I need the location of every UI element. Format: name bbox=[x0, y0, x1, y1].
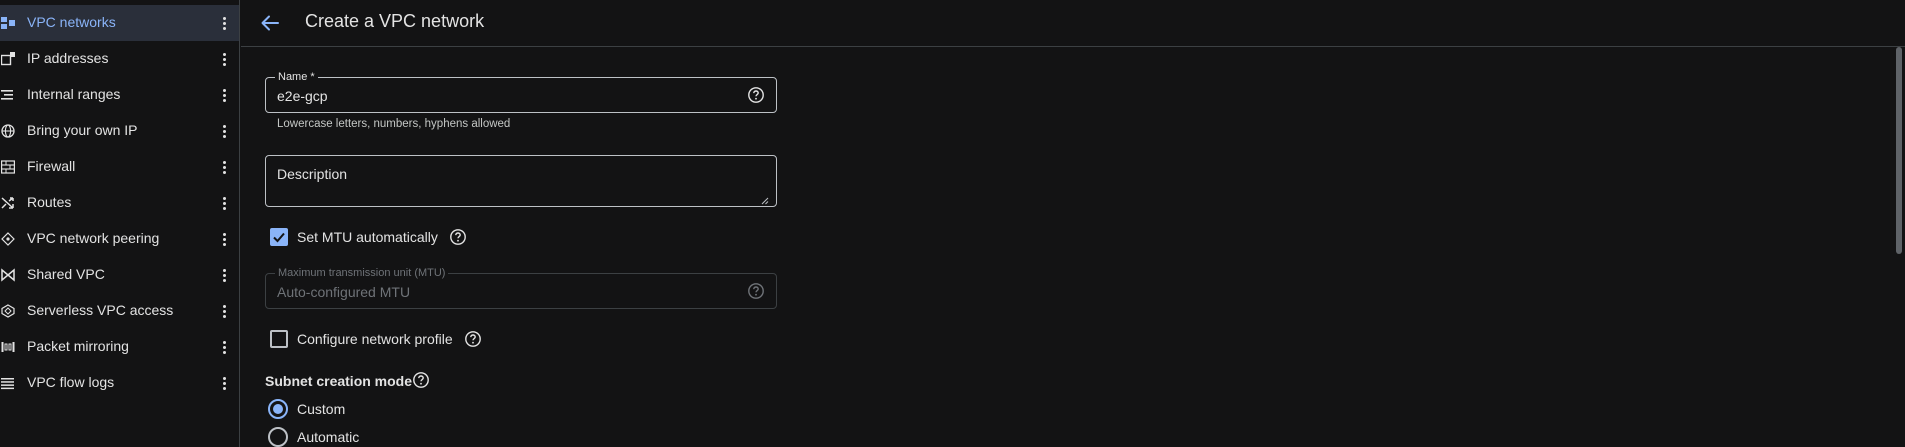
vpc-network-icon bbox=[0, 14, 16, 32]
more-options-icon[interactable] bbox=[214, 121, 234, 141]
serverless-icon bbox=[0, 302, 16, 320]
network-profile-checkbox[interactable] bbox=[270, 330, 288, 348]
more-options-icon[interactable] bbox=[214, 229, 234, 249]
page-header: Create a VPC network bbox=[241, 0, 1905, 47]
subnet-mode-title: Subnet creation mode bbox=[265, 373, 413, 389]
help-icon[interactable] bbox=[412, 371, 430, 389]
sidebar: VPC networks IP addresses Internal range… bbox=[0, 0, 240, 447]
sidebar-item-label: Firewall bbox=[27, 158, 76, 174]
sidebar-item-label: Routes bbox=[27, 194, 72, 210]
more-options-icon[interactable] bbox=[214, 49, 234, 69]
sidebar-item-vpc-networks[interactable]: VPC networks bbox=[0, 5, 239, 41]
mtu-field: Maximum transmission unit (MTU) Auto-con… bbox=[265, 267, 777, 309]
sidebar-item-label: Internal ranges bbox=[27, 86, 121, 102]
sidebar-item-vpc-flow-logs[interactable]: VPC flow logs bbox=[0, 365, 239, 401]
more-options-icon[interactable] bbox=[214, 157, 234, 177]
shared-vpc-icon bbox=[0, 266, 16, 284]
sidebar-item-label: VPC flow logs bbox=[27, 374, 115, 390]
scrollbar-thumb[interactable] bbox=[1896, 47, 1902, 254]
help-icon[interactable] bbox=[747, 86, 765, 104]
radio-automatic[interactable] bbox=[268, 427, 288, 447]
mtu-value: Auto-configured MTU bbox=[277, 284, 411, 300]
sidebar-item-routes[interactable]: Routes bbox=[0, 185, 239, 221]
app-root: VPC networks IP addresses Internal range… bbox=[0, 0, 1905, 447]
mtu-field-label: Maximum transmission unit (MTU) bbox=[275, 267, 449, 279]
more-options-icon[interactable] bbox=[214, 265, 234, 285]
more-options-icon[interactable] bbox=[214, 193, 234, 213]
back-arrow-icon[interactable] bbox=[256, 9, 284, 37]
radio-custom[interactable] bbox=[268, 399, 288, 419]
sidebar-item-label: IP addresses bbox=[27, 50, 109, 66]
radio-custom-label[interactable]: Custom bbox=[297, 401, 345, 417]
sidebar-item-bring-your-own-ip[interactable]: Bring your own IP bbox=[0, 113, 239, 149]
more-options-icon[interactable] bbox=[214, 13, 234, 33]
globe-icon bbox=[0, 122, 16, 140]
page-title: Create a VPC network bbox=[305, 11, 485, 31]
set-mtu-checkbox[interactable] bbox=[270, 228, 288, 246]
internal-ranges-icon bbox=[0, 86, 16, 104]
more-options-icon[interactable] bbox=[214, 85, 234, 105]
sidebar-item-label: Shared VPC bbox=[27, 266, 105, 282]
set-mtu-label[interactable]: Set MTU automatically bbox=[297, 229, 438, 245]
more-options-icon[interactable] bbox=[214, 301, 234, 321]
help-icon[interactable] bbox=[464, 330, 482, 348]
packet-mirroring-icon bbox=[0, 338, 16, 356]
resize-handle-icon[interactable] bbox=[761, 192, 769, 205]
sidebar-item-packet-mirroring[interactable]: Packet mirroring bbox=[0, 329, 239, 365]
sidebar-item-serverless-vpc-access[interactable]: Serverless VPC access bbox=[0, 293, 239, 329]
more-options-icon[interactable] bbox=[214, 373, 234, 393]
description-placeholder: Description bbox=[277, 166, 348, 182]
sidebar-item-label: Packet mirroring bbox=[27, 338, 129, 354]
flow-logs-icon bbox=[0, 374, 16, 392]
ip-address-icon bbox=[0, 50, 16, 68]
network-profile-label[interactable]: Configure network profile bbox=[297, 331, 453, 347]
name-input-value[interactable]: e2e-gcp bbox=[277, 88, 328, 104]
more-options-icon[interactable] bbox=[214, 337, 234, 357]
sidebar-item-firewall[interactable]: Firewall bbox=[0, 149, 239, 185]
help-icon[interactable] bbox=[449, 228, 467, 246]
routes-icon bbox=[0, 194, 16, 212]
sidebar-item-label: Serverless VPC access bbox=[27, 302, 174, 318]
name-hint: Lowercase letters, numbers, hyphens allo… bbox=[277, 118, 511, 130]
sidebar-item-vpc-network-peering[interactable]: VPC network peering bbox=[0, 221, 239, 257]
sidebar-item-label: VPC networks bbox=[27, 14, 116, 30]
name-field-label: Name * bbox=[275, 71, 318, 83]
sidebar-item-internal-ranges[interactable]: Internal ranges bbox=[0, 77, 239, 113]
sidebar-item-label: Bring your own IP bbox=[27, 122, 138, 138]
sidebar-item-shared-vpc[interactable]: Shared VPC bbox=[0, 257, 239, 293]
help-icon bbox=[747, 282, 765, 300]
name-field[interactable]: Name * e2e-gcp bbox=[265, 71, 777, 113]
sidebar-item-label: VPC network peering bbox=[27, 230, 160, 246]
description-field[interactable]: Description bbox=[265, 155, 777, 207]
firewall-icon bbox=[0, 158, 16, 176]
peering-icon bbox=[0, 230, 16, 248]
radio-automatic-label[interactable]: Automatic bbox=[297, 429, 359, 445]
sidebar-item-ip-addresses[interactable]: IP addresses bbox=[0, 41, 239, 77]
